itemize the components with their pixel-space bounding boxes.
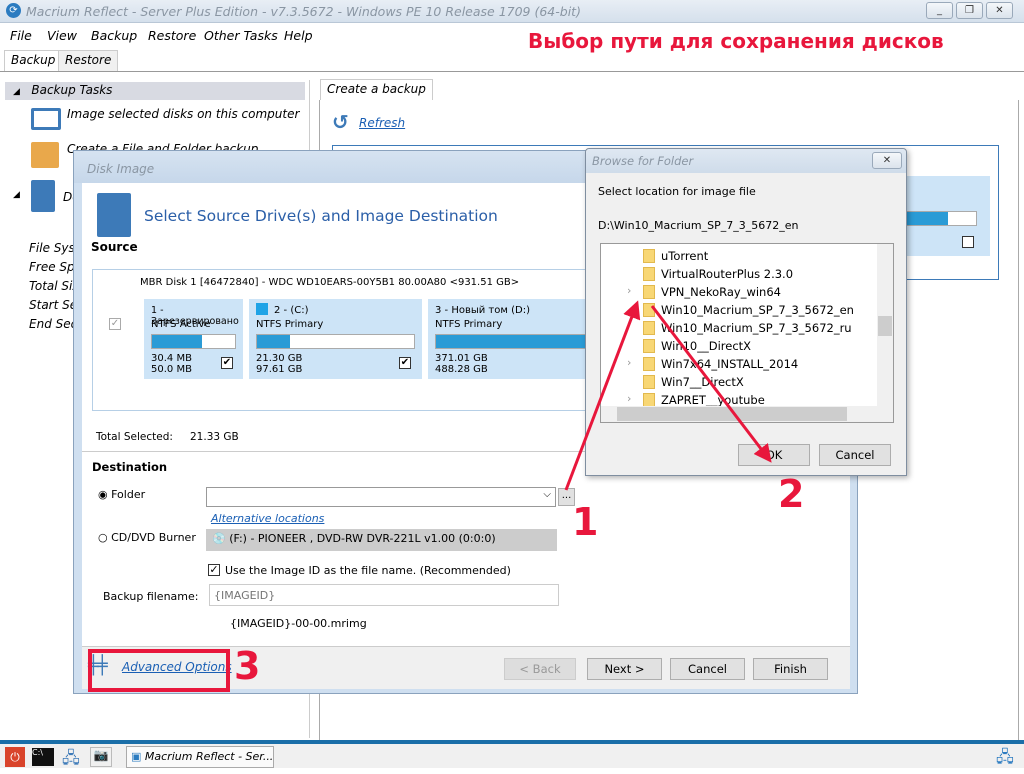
tray-network-icon[interactable]: 🖧 — [996, 746, 1016, 766]
arrow-1 — [564, 300, 641, 491]
command-prompt-icon[interactable]: C:\ — [32, 748, 54, 766]
annotation-arrows — [564, 300, 772, 491]
taskbar: ⏻ C:\ 🖧 📷 ▣ Macrium Reflect - Ser... 🖧 — [0, 740, 1024, 768]
arrow-2 — [650, 305, 772, 463]
network-icon[interactable]: 🖧 — [62, 747, 82, 767]
screenshot-icon[interactable]: 📷 — [90, 747, 112, 767]
power-icon[interactable]: ⏻ — [5, 747, 25, 767]
taskbar-macrium-button[interactable]: ▣ Macrium Reflect - Ser... — [126, 746, 274, 768]
